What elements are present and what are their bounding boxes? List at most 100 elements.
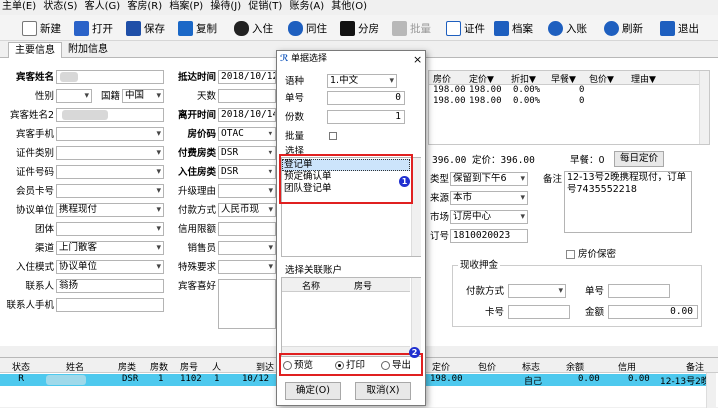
contact-input[interactable]: 翁扬 [56,279,164,293]
type-select[interactable]: 保留到下午6 [450,172,528,186]
col-package[interactable]: 包价▼ [589,72,614,85]
arrive-input[interactable]: 2018/10/12 [218,70,276,84]
document-select-dialog: ℛ 单据选择 × 语种 1.中文 单号 0 份数 1 批量 选择 登记单 预定确… [276,50,426,406]
credit-input[interactable] [218,222,276,236]
nation-select[interactable]: 中国 [122,89,164,103]
app-logo-icon: ℛ [280,54,289,64]
contact-phone-input[interactable] [56,298,164,312]
id-no-input[interactable] [56,165,164,179]
upgrade-select[interactable] [218,184,276,198]
copies-input[interactable]: 1 [327,110,405,124]
rate-secret-checkbox[interactable] [566,250,575,259]
batch-checkbox[interactable] [329,132,337,140]
pay-method-select[interactable]: 人民币现 [218,203,276,217]
language-select[interactable]: 1.中文 [327,74,397,88]
guest-phone-label: 宾客手机 [15,129,54,140]
member-label: 会员卡号 [15,186,54,197]
deposit-method-select[interactable] [508,284,566,298]
post-button[interactable]: 入账 [548,18,587,38]
menu-other[interactable]: 其他(O) [331,1,367,12]
gender-select[interactable] [56,89,92,103]
save-button[interactable]: 保存 [126,18,165,38]
col-balance: 余额 [566,363,585,373]
menu-main[interactable]: 主单(E) [2,1,36,12]
pay-room-select[interactable]: DSR [218,146,276,160]
exit-icon [660,20,675,36]
rate-secret-label: 房价保密 [578,249,617,260]
hobby-label: 宾客喜好 [177,281,216,292]
batch-button[interactable]: 批量 [392,18,431,38]
checkin-button[interactable]: 入住 [234,18,273,38]
ok-button[interactable]: 确定(O) [285,382,341,400]
certificate-button[interactable]: 证件 [446,18,485,38]
col-breakfast[interactable]: 早餐▼ [551,72,576,85]
col-list-price[interactable]: 定价▼ [469,72,494,85]
cancel-button[interactable]: 取消(X) [355,382,411,400]
doc-no-input[interactable]: 0 [327,91,405,105]
member-input[interactable] [56,184,164,198]
split-room-button[interactable]: 分房 [340,18,379,38]
copies-label: 份数 [285,112,305,123]
special-select[interactable] [218,260,276,274]
checkin-unit-select[interactable]: 协议单位 [56,260,164,274]
menu-room[interactable]: 客房(R) [127,1,162,12]
menu-status[interactable]: 状态(S) [43,1,77,12]
close-icon[interactable]: × [413,51,422,68]
rate-code-select[interactable]: OTAC [218,127,276,141]
language-label: 语种 [285,76,305,87]
col-people: 人 [212,363,222,373]
menu-account[interactable]: 账务(A) [289,1,324,12]
tab-main-info[interactable]: 主要信息 [8,42,62,58]
deposit-title: 现收押金 [458,259,501,272]
remark-textarea[interactable]: 12-13号2晚携程现付，订单号7435552218 [564,171,692,233]
hobby-input[interactable] [218,279,276,329]
menu-profile[interactable]: 档案(P) [169,1,203,12]
card-input[interactable] [508,305,570,319]
special-label: 特殊要求 [177,262,216,273]
credit-label: 信用限额 [177,224,216,235]
tab-extra-info[interactable]: 附加信息 [62,42,114,58]
step-badge-1: 1 [399,176,410,187]
cohabit-button[interactable]: 同住 [288,18,327,38]
open-button[interactable]: 打开 [74,18,113,38]
amount-input[interactable]: 0.00 [608,305,698,319]
related-account-table: 名称 房号 [281,277,421,357]
rate-grid-scrollbar[interactable] [699,71,709,144]
group-select[interactable] [56,222,164,236]
copy-button[interactable]: 复制 [178,18,217,38]
deposit-no-input[interactable] [608,284,670,298]
exit-button[interactable]: 退出 [660,18,699,38]
in-room-select[interactable]: DSR [218,165,276,179]
menu-guest[interactable]: 客人(G) [85,1,121,12]
col-account-room: 房号 [354,282,373,292]
sales-select[interactable] [218,241,276,255]
refresh-button[interactable]: 刷新 [604,18,643,38]
col-arrive: 到达 [256,363,275,373]
channel-select[interactable]: 上门散客 [56,241,164,255]
refresh-icon [604,20,619,36]
menu-service[interactable]: 操待(J) [210,1,241,12]
market-select[interactable]: 订房中心 [450,210,528,224]
agreement-select[interactable]: 携程现付 [56,203,164,217]
table-row[interactable]: 198.00 198.00 0.00% 0 [429,96,699,107]
days-input[interactable] [218,89,276,103]
col-reason[interactable]: 理由▼ [631,72,656,85]
id-type-select[interactable] [56,146,164,160]
related-table-scrollbar[interactable] [411,278,421,356]
new-button[interactable]: 新建 [22,18,61,38]
profile-button[interactable]: 档案 [494,18,533,38]
source-select[interactable]: 本市 [450,191,528,205]
col-status: 状态 [12,363,31,373]
daily-rate-button[interactable]: 每日定价 [614,151,664,167]
guest-name2-label: 宾客姓名2 [9,110,54,121]
col-discount[interactable]: 折扣▼ [511,72,536,85]
status-grid-scrollbar[interactable] [706,373,716,408]
menu-promo[interactable]: 促销(T) [248,1,282,12]
highlight-box-1 [279,154,413,204]
leave-input[interactable]: 2018/10/14 [218,108,276,122]
card-label: 卡号 [484,307,504,318]
table-row[interactable]: 198.00 198.00 0.00% 0 [429,85,699,96]
market-label: 市场 [430,212,450,223]
guest-phone-input[interactable] [56,127,164,141]
order-input[interactable]: 1810020023 [450,229,528,243]
